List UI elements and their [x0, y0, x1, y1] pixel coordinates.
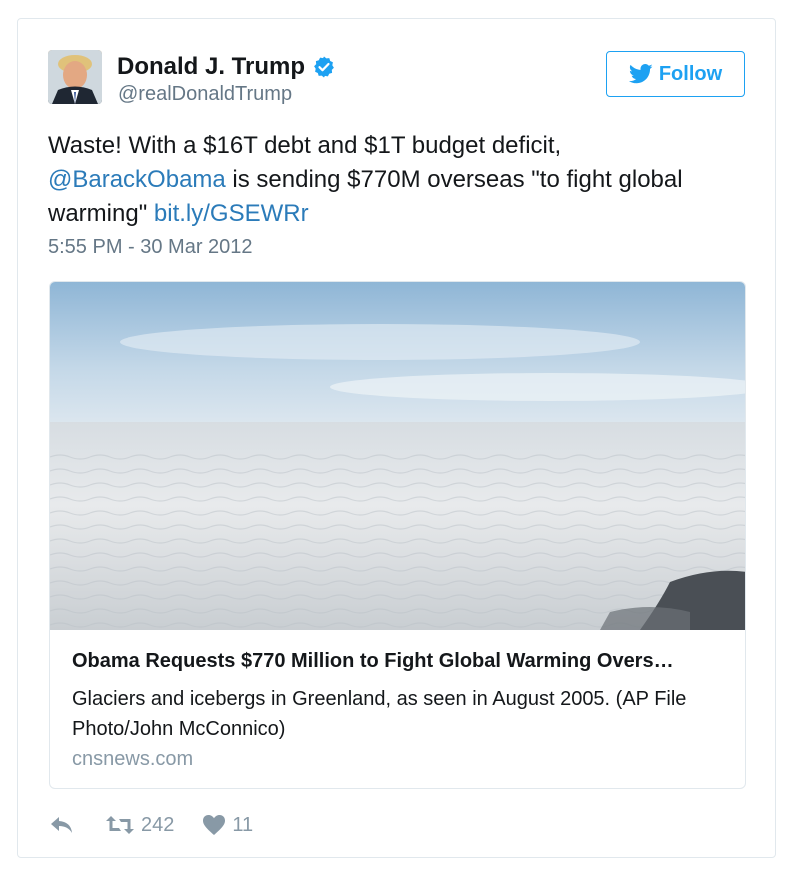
author-name[interactable]: Donald J. Trump	[117, 53, 305, 81]
preview-domain: cnsnews.com	[72, 748, 194, 770]
twitter-bird-icon	[628, 64, 653, 84]
tweet-actions: 242 11	[49, 811, 253, 839]
retweet-button[interactable]: 242	[105, 814, 174, 837]
url-link[interactable]: bit.ly/GSEWRr	[154, 200, 309, 227]
follow-label: Follow	[658, 62, 723, 85]
reply-button[interactable]	[49, 814, 75, 836]
tweet-timestamp[interactable]: 5:55 PM - 30 Mar 2012	[48, 236, 253, 259]
verified-badge-icon	[314, 56, 334, 78]
reply-icon	[51, 817, 72, 833]
link-preview-card[interactable]: Obama Requests $770 Million to Fight Glo…	[49, 281, 746, 789]
heart-icon	[203, 815, 226, 835]
preview-title: Obama Requests $770 Million to Fight Glo…	[72, 650, 674, 672]
preview-image	[50, 282, 745, 630]
preview-description: Glaciers and icebergs in Greenland, as s…	[72, 688, 687, 740]
retweet-icon	[106, 816, 134, 834]
follow-button[interactable]: Follow	[606, 51, 745, 97]
like-button[interactable]: 11	[202, 814, 253, 837]
retweet-count: 242	[141, 813, 175, 836]
tweet-card: Donald J. Trump @realDonaldTrump Follow …	[17, 18, 776, 858]
tweet-text-part1: Waste! With a $16T debt and $1T budget d…	[48, 132, 562, 159]
like-count: 11	[232, 813, 254, 836]
tweet-text: Waste! With a $16T debt and $1T budget d…	[48, 129, 738, 231]
author-handle[interactable]: @realDonaldTrump	[118, 83, 292, 106]
mention-link[interactable]: @BarackObama	[48, 166, 226, 193]
avatar[interactable]	[48, 50, 102, 104]
